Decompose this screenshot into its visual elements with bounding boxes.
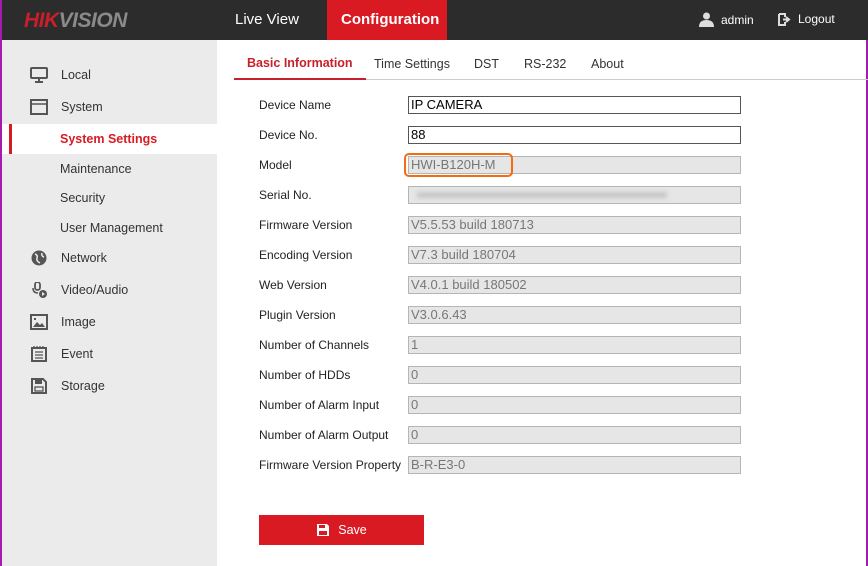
field-label: Model [259, 158, 292, 172]
field-label: Number of Alarm Input [259, 398, 380, 412]
blurred-serial [417, 192, 667, 198]
firmware-version-field: V5.5.53 build 180713 [408, 216, 741, 234]
model-highlight [404, 153, 513, 177]
tab-about[interactable]: About [591, 52, 624, 80]
sidebar-item-event[interactable]: Event [2, 339, 217, 369]
save-button[interactable]: Save [259, 515, 424, 545]
number-of-hdds-field: 0 [408, 366, 741, 384]
field-label: Number of Alarm Output [259, 428, 389, 442]
web-version-field: V4.0.1 build 180502 [408, 276, 741, 294]
field-label: Firmware Version [259, 218, 353, 232]
hikvision-logo: HIKVISION [24, 9, 127, 32]
sidebar-item-network[interactable]: Network [2, 243, 217, 273]
sidebar-item-security[interactable]: Security [2, 183, 217, 213]
field-label: Firmware Version Property [259, 458, 402, 472]
logout-icon [778, 12, 791, 26]
user-menu[interactable]: admin [699, 12, 754, 27]
sidebar-item-system-settings[interactable]: System Settings [2, 124, 217, 154]
sidebar-item-video-audio[interactable]: Video/Audio [2, 275, 217, 305]
field-label: Web Version [259, 278, 327, 292]
nav-configuration[interactable]: Configuration [327, 0, 447, 40]
logout-button[interactable]: Logout [778, 12, 835, 26]
number-of-alarm-output-field: 0 [408, 426, 741, 444]
top-bar: HIKVISION Live View Configuration admin … [2, 0, 868, 40]
number-of-alarm-input-field: 0 [408, 396, 741, 414]
field-label: Encoding Version [259, 248, 353, 262]
username: admin [721, 12, 754, 27]
video-audio-icon [32, 282, 47, 298]
monitor-icon [30, 67, 48, 83]
field-label: Serial No. [259, 188, 312, 202]
save-icon [317, 524, 330, 536]
sidebar-item-image[interactable]: Image [2, 307, 217, 337]
tab-time-settings[interactable]: Time Settings [374, 52, 450, 80]
sidebar: Local System System Settings Maintenance… [2, 40, 217, 566]
globe-icon [31, 250, 47, 266]
sidebar-item-local[interactable]: Local [2, 60, 217, 90]
image-icon [30, 314, 48, 330]
user-icon [699, 12, 714, 27]
number-of-channels-field: 1 [408, 336, 741, 354]
tab-basic-information[interactable]: Basic Information [234, 52, 366, 80]
storage-icon [31, 378, 47, 394]
field-label: Number of HDDs [259, 368, 351, 382]
field-label: Plugin Version [259, 308, 336, 322]
sidebar-item-maintenance[interactable]: Maintenance [2, 154, 217, 184]
logout-label: Logout [798, 12, 835, 26]
field-label: Device Name [259, 98, 332, 112]
save-label: Save [338, 523, 367, 537]
field-label: Number of Channels [259, 338, 370, 352]
tab-bar: Basic Information Time Settings DST RS-2… [234, 52, 868, 80]
event-icon [31, 346, 47, 362]
encoding-version-field: V7.3 build 180704 [408, 246, 741, 264]
nav-live-view[interactable]: Live View [221, 0, 313, 40]
firmware-version-property-field: B-R-E3-0 [408, 456, 741, 474]
tab-dst[interactable]: DST [474, 52, 499, 80]
sidebar-item-system[interactable]: System [2, 92, 217, 122]
device-no-field[interactable]: 88 [408, 126, 741, 144]
serial-no-field [408, 186, 741, 204]
sidebar-item-user-management[interactable]: User Management [2, 213, 217, 243]
device-name-field[interactable]: IP CAMERA [408, 96, 741, 114]
tab-rs-232[interactable]: RS-232 [524, 52, 566, 80]
plugin-version-field: V3.0.6.43 [408, 306, 741, 324]
window-icon [30, 99, 48, 115]
field-label: Device No. [259, 128, 318, 142]
sidebar-item-storage[interactable]: Storage [2, 371, 217, 401]
